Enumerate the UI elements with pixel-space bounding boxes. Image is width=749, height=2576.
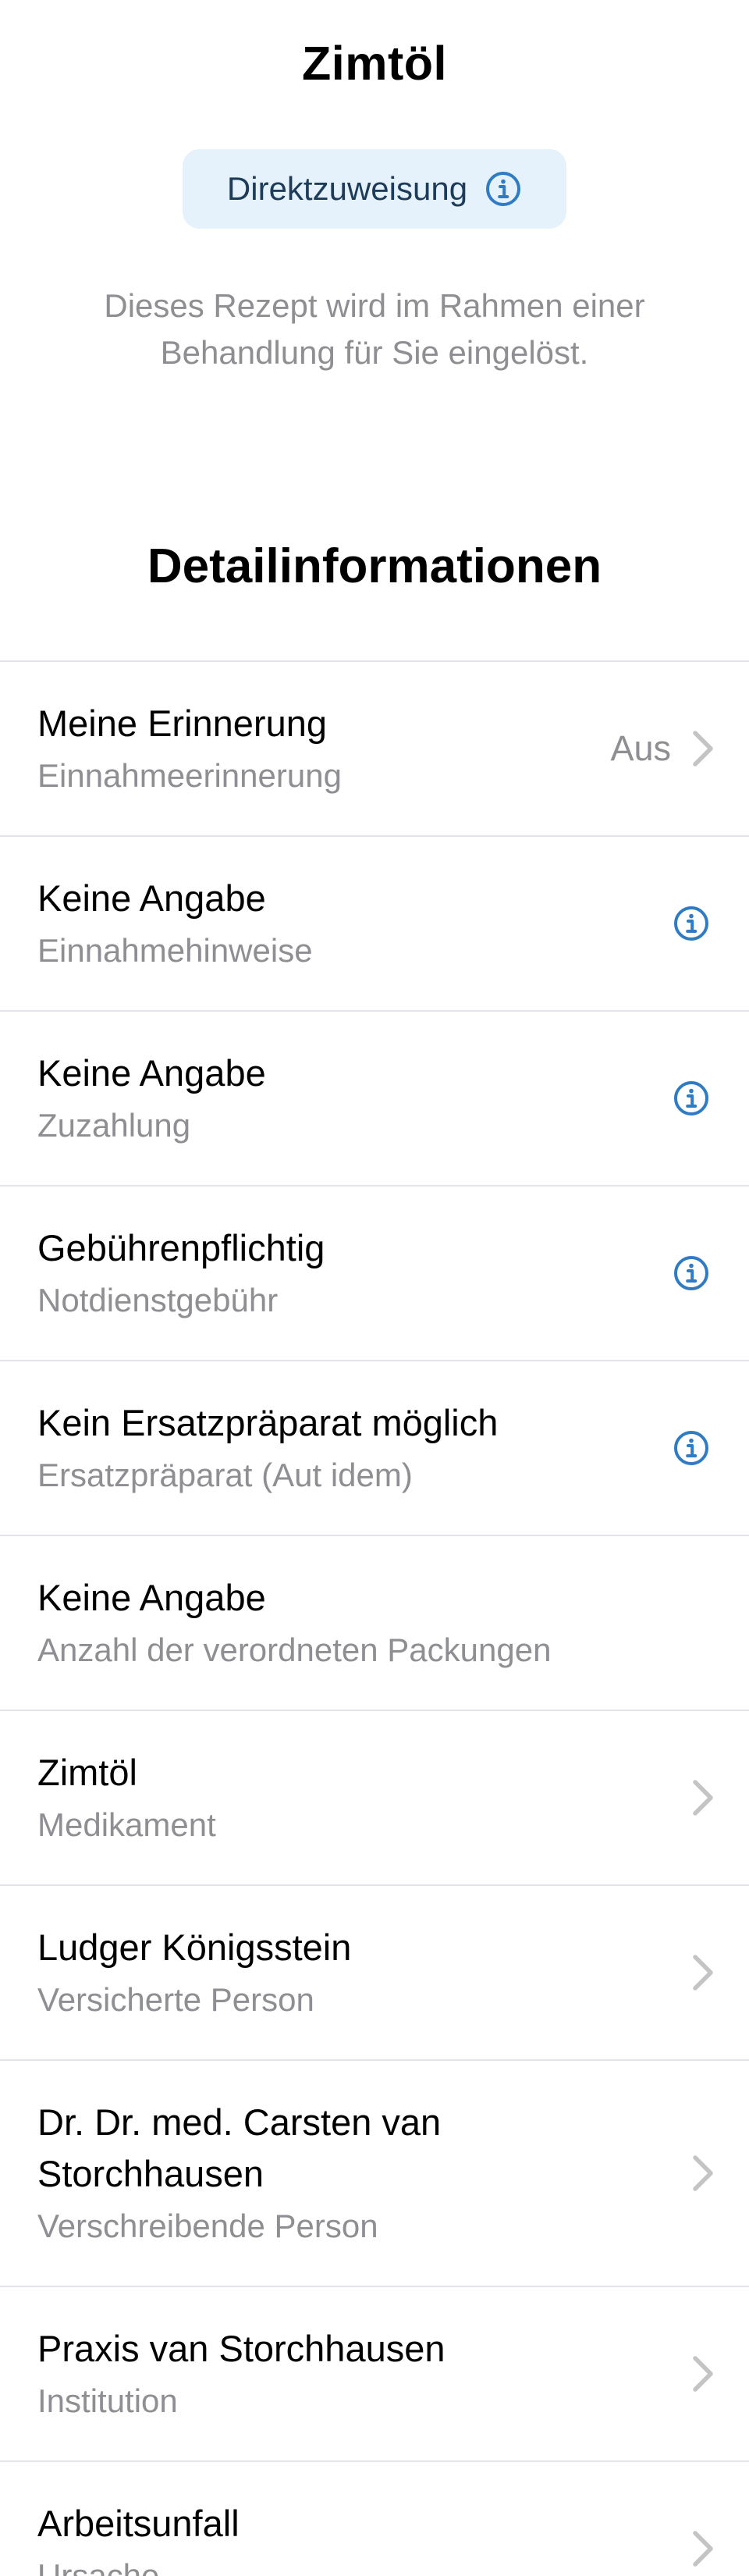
- chevron-right-icon: [691, 1953, 715, 1992]
- chevron-right-icon: [691, 1778, 715, 1817]
- chevron-right-icon: [691, 2354, 715, 2393]
- row-subtitle: Anzahl der verordneten Packungen: [37, 1631, 552, 1668]
- info-icon[interactable]: [673, 1429, 710, 1467]
- row-title: Keine Angabe: [37, 877, 266, 919]
- section-title: Detailinformationen: [147, 539, 602, 593]
- row-title: Ludger Königsstein: [37, 1927, 352, 1968]
- row-subtitle: Ersatzpräparat (Aut idem): [37, 1457, 413, 1493]
- chevron-right-icon: [691, 2529, 715, 2568]
- prescription-detail-screen: Zimtöl Direktzuweisung Dieses Rezept wir…: [0, 0, 749, 2576]
- row-subtitle: Notdienstgebühr: [37, 1282, 279, 1318]
- row-title: Gebührenpflichtig: [37, 1227, 325, 1268]
- info-icon[interactable]: [485, 170, 522, 208]
- row-title-line-2: Storchhausen: [37, 2153, 264, 2194]
- redemption-notice-line-2: Behandlung für Sie eingelöst.: [160, 334, 589, 371]
- row-subtitle: Institution: [37, 2382, 178, 2419]
- row-title: Keine Angabe: [37, 1577, 266, 1618]
- row-subtitle: Medikament: [37, 1806, 216, 1843]
- chip-label: Direktzuweisung: [226, 170, 468, 207]
- row-title: Meine Erinnerung: [37, 703, 327, 744]
- row-subtitle: Zuzahlung: [37, 1107, 191, 1144]
- list-item-package-count: Keine Angabe Anzahl der verordneten Pack…: [0, 1536, 749, 1711]
- list-item-substitute: Kein Ersatzpräparat möglich Ersatzpräpar…: [0, 1361, 749, 1536]
- row-title: Kein Ersatzpräparat möglich: [37, 1402, 499, 1443]
- list-item-cause[interactable]: Arbeitsunfall Ursache: [0, 2462, 749, 2576]
- row-title: Keine Angabe: [37, 1052, 266, 1094]
- list-item-reminder[interactable]: Meine Erinnerung Einnahmeerinnerung Aus: [0, 662, 749, 837]
- direct-assignment-chip[interactable]: Direktzuweisung: [183, 149, 566, 229]
- row-title: Praxis van Storchhausen: [37, 2328, 445, 2369]
- info-icon[interactable]: [673, 1080, 710, 1117]
- row-subtitle: Ursache: [37, 2557, 160, 2576]
- list-item-prescriber[interactable]: Dr. Dr. med. Carsten van Storchhausen Ve…: [0, 2061, 749, 2287]
- redemption-notice: Dieses Rezept wird im Rahmen einer Behan…: [47, 283, 702, 376]
- row-subtitle: Einnahmeerinnerung: [37, 757, 342, 794]
- page-title: Zimtöl: [302, 37, 447, 90]
- detail-list: Meine Erinnerung Einnahmeerinnerung Aus …: [0, 660, 749, 2576]
- info-icon[interactable]: [673, 905, 710, 942]
- list-item-medication[interactable]: Zimtöl Medikament: [0, 1711, 749, 1886]
- list-item-copayment: Keine Angabe Zuzahlung: [0, 1012, 749, 1187]
- row-title: Zimtöl: [37, 1752, 137, 1793]
- list-item-insured-person[interactable]: Ludger Königsstein Versicherte Person: [0, 1886, 749, 2061]
- list-item-intake-notes: Keine Angabe Einnahmehinweise: [0, 837, 749, 1012]
- list-item-emergency-fee: Gebührenpflichtig Notdienstgebühr: [0, 1187, 749, 1361]
- list-item-institution[interactable]: Praxis van Storchhausen Institution: [0, 2287, 749, 2462]
- chevron-right-icon: [691, 2154, 715, 2193]
- chevron-right-icon: [691, 729, 715, 768]
- redemption-notice-line-1: Dieses Rezept wird im Rahmen einer: [104, 287, 645, 324]
- row-subtitle: Versicherte Person: [37, 1981, 314, 2018]
- info-icon[interactable]: [673, 1254, 710, 1292]
- row-subtitle: Einnahmehinweise: [37, 932, 313, 969]
- row-title-line-1: Dr. Dr. med. Carsten van: [37, 2101, 442, 2143]
- row-value: Aus: [610, 728, 671, 768]
- row-title: Arbeitsunfall: [37, 2503, 240, 2544]
- row-subtitle: Verschreibende Person: [37, 2208, 378, 2244]
